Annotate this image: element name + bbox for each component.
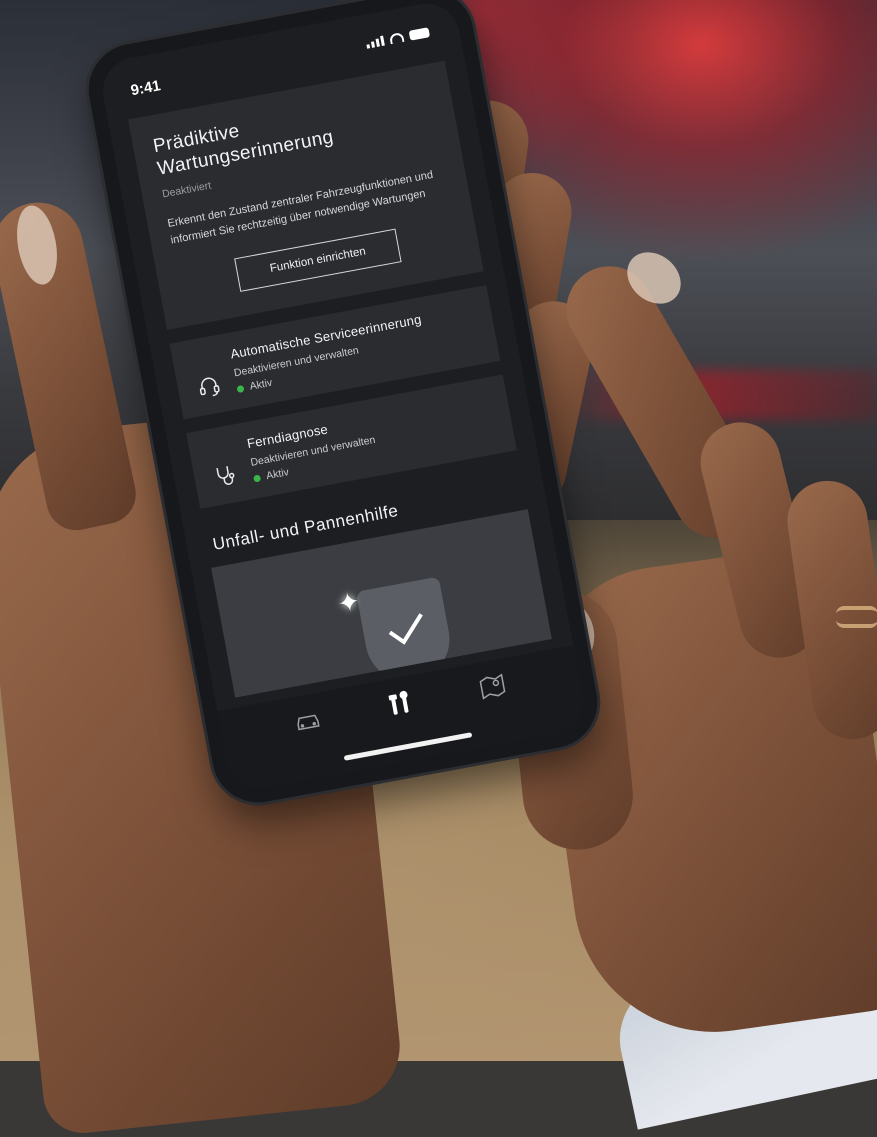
status-label: Aktiv: [265, 466, 290, 483]
battery-icon: [408, 27, 431, 41]
predictive-maintenance-card: Prädiktive Wartungserinnerung Deaktivier…: [128, 60, 484, 330]
card-description: Erkennt den Zustand zentraler Fahrzeugfu…: [166, 168, 435, 247]
tools-icon: [388, 690, 409, 715]
service-reminder-text: Automatische Serviceerinnerung Deaktivie…: [229, 312, 429, 396]
status-time: 9:41: [129, 77, 162, 100]
setup-function-button[interactable]: Funktion einrichten: [234, 228, 402, 292]
headset-icon: [194, 371, 224, 401]
status-label: Aktiv: [248, 376, 274, 393]
tab-map[interactable]: [469, 663, 516, 710]
status-dot-icon: [252, 473, 262, 483]
signal-icon: [365, 35, 385, 49]
home-indicator: [343, 732, 473, 761]
car-icon: [297, 714, 320, 731]
remote-diagnosis-text: Ferndiagnose Deaktivieren und verwalten …: [246, 413, 379, 484]
stethoscope-icon: [210, 461, 240, 491]
tab-car[interactable]: [284, 698, 331, 745]
wifi-icon: [388, 31, 405, 45]
tab-services[interactable]: [377, 680, 424, 727]
ring: [836, 606, 877, 628]
system-icons: [365, 27, 431, 49]
map-icon: [479, 673, 506, 700]
status-dot-icon: [236, 384, 245, 393]
